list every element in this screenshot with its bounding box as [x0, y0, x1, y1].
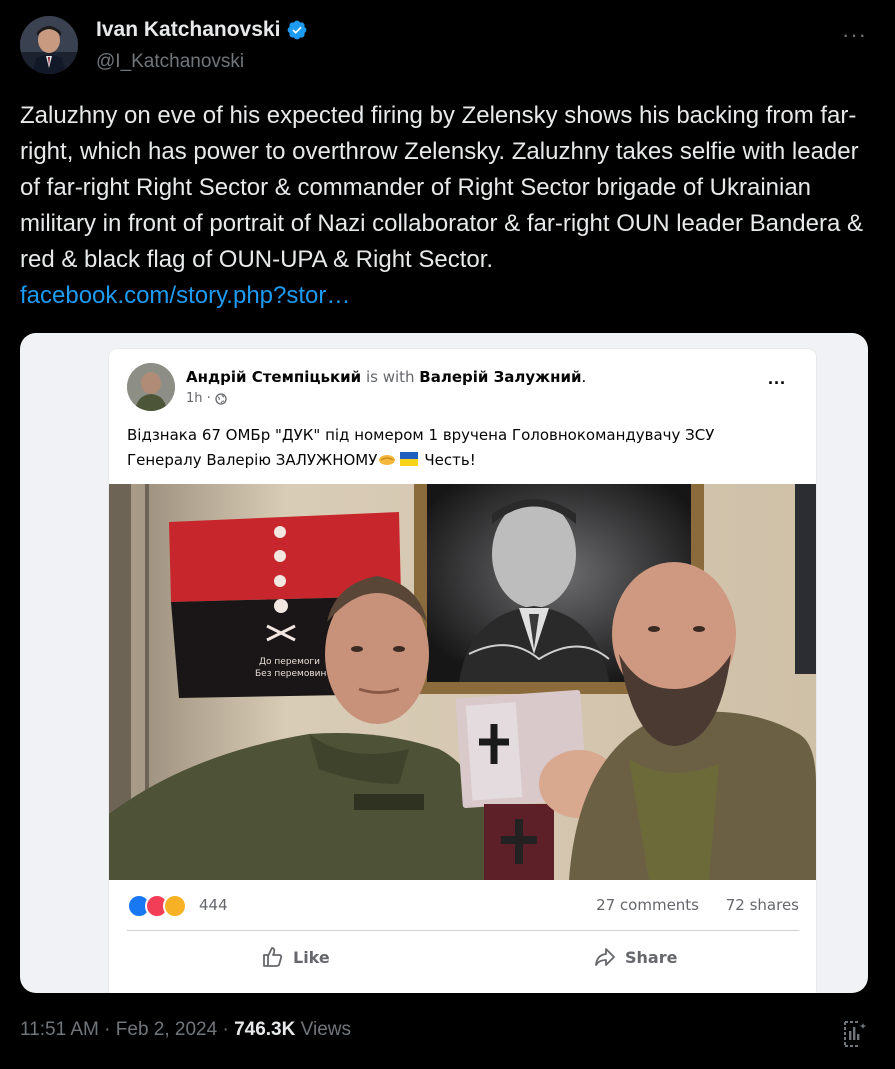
- divider: [127, 930, 799, 931]
- more-options-icon[interactable]: ···: [842, 22, 867, 48]
- fb-like-button: Like: [261, 942, 330, 972]
- fb-tagged-name: Валерій Залужний: [419, 368, 582, 386]
- fb-period: .: [581, 368, 587, 386]
- handshake-emoji-icon: [379, 455, 396, 465]
- author-handle[interactable]: @I_Katchanovski: [96, 51, 244, 73]
- analytics-icon[interactable]: [841, 1018, 867, 1048]
- tweet-link[interactable]: facebook.com/story.php?stor…: [20, 278, 350, 314]
- meta-separator-2: ·: [222, 1019, 229, 1040]
- views-label: Views: [300, 1019, 351, 1040]
- fb-post-header: Андрій Стемпіцький is with Валерій Залуж…: [186, 368, 586, 386]
- fb-share-button: Share: [593, 942, 677, 972]
- facebook-post-screenshot: Андрій Стемпіцький is with Валерій Залуж…: [109, 349, 816, 993]
- shares-count: 72 shares: [725, 896, 799, 914]
- thumbs-up-icon: [263, 947, 283, 967]
- tweet-date[interactable]: Feb 2, 2024: [116, 1019, 217, 1040]
- fb-text-line-2: Генералу Валерію ЗАЛУЖНОМУ: [127, 451, 378, 469]
- fb-text-line-1: Відзнака 67 ОМБр "ДУК" під номером 1 вру…: [127, 426, 715, 444]
- meta-separator-1: ·: [104, 1019, 111, 1040]
- share-arrow-icon: [595, 948, 615, 966]
- verified-badge-icon: [288, 20, 307, 40]
- fb-author-avatar: [127, 363, 175, 411]
- tweet-text: Zaluzhny on eve of his expected firing b…: [20, 98, 875, 314]
- media-card[interactable]: Андрій Стемпіцький is with Валерій Залуж…: [20, 333, 868, 993]
- author-avatar[interactable]: [20, 16, 78, 74]
- fb-text-line-2-end: Честь!: [424, 451, 476, 469]
- reactions-row: 444 27 comments 72 shares: [127, 892, 799, 920]
- author-display-name[interactable]: Ivan Katchanovski: [96, 18, 280, 42]
- fb-post-text: Відзнака 67 ОМБр "ДУК" під номером 1 вру…: [127, 423, 797, 473]
- tweet-meta: 11:51 AM · Feb 2, 2024 · 746.3K Views: [20, 1019, 351, 1041]
- fb-author-name: Андрій Стемпіцький: [186, 368, 362, 386]
- fb-more-icon: ···: [768, 373, 786, 393]
- fb-time-text: 1h ·: [186, 391, 211, 406]
- globe-icon: [215, 392, 227, 405]
- reaction-count: 444: [199, 896, 228, 914]
- comments-count: 27 comments: [596, 896, 699, 914]
- flag-text-2: Без перемовин: [255, 669, 326, 679]
- fb-share-label: Share: [625, 947, 678, 967]
- tweet-body: Zaluzhny on eve of his expected firing b…: [20, 102, 864, 273]
- fb-like-label: Like: [293, 947, 330, 967]
- views-count: 746.3K: [234, 1019, 296, 1040]
- care-reaction-icon: [163, 894, 187, 918]
- fb-with-text: is with: [365, 368, 415, 386]
- flag-text-1: До перемоги: [259, 657, 320, 667]
- fb-post-time: 1h ·: [186, 391, 227, 406]
- tweet-time[interactable]: 11:51 AM: [20, 1019, 99, 1040]
- ukraine-flag-emoji-icon: [400, 452, 419, 466]
- selfie-photo: До перемоги Без перемовин: [109, 484, 816, 880]
